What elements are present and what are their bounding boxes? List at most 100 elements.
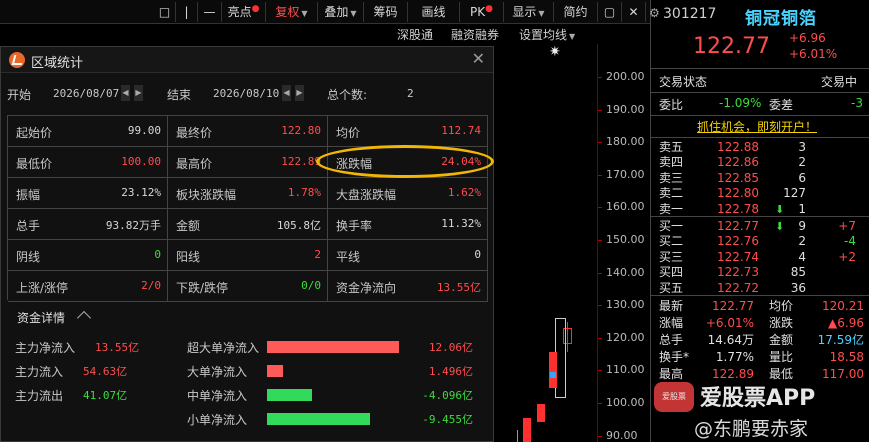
toolbar-minus-button[interactable]: | bbox=[176, 2, 198, 22]
chart-toolbar: □ | — 亮点● 复权 ▼ 叠加 ▼ 筹码 画线 PK● 显示 ▼ 简约 ▢ ✕ bbox=[0, 0, 650, 24]
axis-tick bbox=[598, 240, 602, 241]
detail-label: 均价 bbox=[769, 299, 794, 313]
toolbar-simple-button[interactable]: 简约 bbox=[554, 2, 598, 22]
order-volume: 4 bbox=[798, 249, 806, 264]
axis-tick-label: 170.00 bbox=[606, 167, 645, 181]
toolbar-icon-button[interactable]: □ bbox=[154, 2, 176, 22]
ma-settings-button[interactable]: 设置均线 ▼ bbox=[519, 26, 575, 43]
crosshair-icon[interactable]: ✷ bbox=[549, 44, 561, 60]
dialog-close-icon[interactable]: ✕ bbox=[472, 49, 485, 68]
axis-tick-label: 180.00 bbox=[606, 135, 645, 149]
detail-value: +6.01% bbox=[705, 316, 754, 330]
axis-tick bbox=[598, 403, 602, 404]
toolbar-highlight-button[interactable]: 亮点● bbox=[222, 2, 266, 22]
collapse-caret-icon[interactable] bbox=[76, 310, 92, 326]
start-date-prev-button[interactable]: ◀ bbox=[121, 85, 130, 101]
order-level-label: 买四 bbox=[659, 265, 684, 280]
weibi-label: 委比 bbox=[659, 98, 684, 112]
flow-label: 主力净流入 bbox=[15, 341, 76, 355]
end-date-field[interactable]: 2026/08/10 bbox=[213, 87, 279, 100]
axis-tick bbox=[598, 435, 602, 437]
toolbar-window-button[interactable]: ▢ bbox=[598, 2, 622, 22]
stat-cell: 最低价 100.00 bbox=[8, 147, 168, 178]
order-level-label: 卖三 bbox=[659, 170, 684, 185]
order-volume: 127 bbox=[783, 186, 806, 201]
toolbar-chips-button[interactable]: 筹码 bbox=[364, 2, 408, 22]
detail-label: 量比 bbox=[769, 350, 794, 364]
start-label: 开始 bbox=[7, 88, 32, 102]
ask-row: 卖三 122.85 6 bbox=[659, 171, 864, 186]
stat-cell: 阴线 0 bbox=[8, 240, 168, 271]
axis-tick-label: 90.00 bbox=[606, 428, 638, 442]
stat-cell: 大盘涨跌幅 1.62% bbox=[328, 178, 488, 209]
ask-row: 卖四 122.86 2 bbox=[659, 155, 864, 170]
axis-tick-label: 160.00 bbox=[606, 200, 645, 214]
start-date-next-button[interactable]: ▶ bbox=[134, 85, 143, 101]
status-value: 交易中 bbox=[821, 75, 858, 89]
candle-up-3 bbox=[537, 404, 545, 422]
stat-label: 最终价 bbox=[176, 126, 213, 140]
stat-label: 上涨/涨停 bbox=[16, 281, 69, 295]
bid-row: 买五 122.72 36 bbox=[659, 281, 864, 296]
axis-tick-label: 100.00 bbox=[606, 396, 645, 409]
margin-trading-link[interactable]: 融资融券 bbox=[451, 26, 499, 43]
fund-details-header[interactable]: 资金详情 bbox=[7, 302, 488, 330]
stat-cell: 阳线 2 bbox=[168, 240, 328, 271]
axis-tick-label: 150.00 bbox=[606, 233, 645, 246]
bid-row: 买二 122.76 2 -4 bbox=[659, 234, 864, 249]
flow-label: 主力流出 bbox=[15, 389, 64, 403]
watermark-signature: @东鹏要赤家 bbox=[694, 418, 809, 440]
detail-label: 涨跌 bbox=[769, 316, 794, 330]
stat-value: 93.82万手 bbox=[105, 219, 161, 232]
stat-value: 2/0 bbox=[141, 279, 161, 292]
order-price: 122.88 bbox=[717, 140, 759, 154]
ask-row: 卖二 122.80 127 bbox=[659, 186, 864, 201]
toolbar-display-button[interactable]: 显示 ▼ bbox=[504, 2, 554, 22]
order-volume: 2 bbox=[798, 155, 806, 170]
flow-value: 54.63亿 bbox=[83, 365, 128, 378]
hk-connect-link[interactable]: 深股通 bbox=[397, 26, 433, 43]
candle-green-wick bbox=[517, 430, 518, 442]
stock-name: 铜冠铜箔 bbox=[745, 9, 817, 29]
volume-change: +7 bbox=[838, 219, 856, 233]
order-volume: 1 bbox=[798, 201, 806, 216]
stat-cell: 资金净流向 13.55亿 bbox=[328, 271, 488, 302]
order-price: 122.85 bbox=[717, 170, 759, 185]
open-account-link[interactable]: 抓住机会，即刻开户！ bbox=[697, 118, 817, 135]
stat-value: 23.12% bbox=[121, 186, 161, 199]
highlight-annotation bbox=[316, 145, 494, 178]
order-flow-row: 小单净流入 -9.455亿 bbox=[187, 408, 479, 430]
order-flow-value: -4.096亿 bbox=[422, 389, 473, 402]
axis-tick-label: 110.00 bbox=[606, 363, 645, 377]
toolbar-pk-button[interactable]: PK● bbox=[460, 2, 504, 22]
toolbar-minus-button-2[interactable]: — bbox=[198, 2, 222, 22]
end-date-next-button[interactable]: ▶ bbox=[295, 85, 304, 101]
stat-value: 1.62% bbox=[447, 186, 481, 199]
quote-panel: ⚙ 301217 铜冠铜箔 122.77 +6.96 +6.01% 交易状态 交… bbox=[649, 0, 869, 442]
stat-label: 均价 bbox=[336, 126, 361, 140]
stat-value: 13.55亿 bbox=[436, 281, 481, 294]
start-date-field[interactable]: 2026/08/07 bbox=[53, 87, 119, 100]
stat-value: 112.74 bbox=[441, 124, 481, 137]
settings-gear-icon[interactable]: ⚙ bbox=[649, 6, 660, 20]
stat-value: 99.00 bbox=[127, 124, 161, 137]
axis-tick bbox=[598, 174, 602, 176]
toolbar-overlay-button[interactable]: 叠加 ▼ bbox=[318, 2, 364, 22]
bid-row: 买三 122.74 4 +2 bbox=[659, 250, 864, 265]
toolbar-draw-button[interactable]: 画线 bbox=[408, 2, 460, 22]
detail-value: 14.64万 bbox=[707, 333, 754, 347]
divider bbox=[651, 92, 869, 93]
volume-change: -4 bbox=[844, 234, 856, 249]
order-price: 122.72 bbox=[717, 280, 759, 295]
toolbar-adjust-button[interactable]: 复权 ▼ bbox=[266, 2, 318, 22]
order-price: 122.86 bbox=[717, 155, 759, 170]
stat-label: 振幅 bbox=[16, 188, 41, 202]
end-date-prev-button[interactable]: ◀ bbox=[282, 85, 291, 101]
watermark-logo-icon: 爱股票 bbox=[654, 382, 694, 412]
fund-flow-row: 主力流入 54.63亿 bbox=[15, 360, 175, 382]
order-price: 122.74 bbox=[717, 249, 759, 264]
range-stats-dialog: 区域统计 ✕ 开始 2026/08/07 ◀ ▶ 结束 2026/08/10 ◀… bbox=[0, 46, 494, 442]
stat-cell: 板块涨跌幅 1.78% bbox=[168, 178, 328, 209]
detail-label: 换手* bbox=[659, 350, 690, 364]
toolbar-close-icon[interactable]: ✕ bbox=[622, 2, 646, 22]
